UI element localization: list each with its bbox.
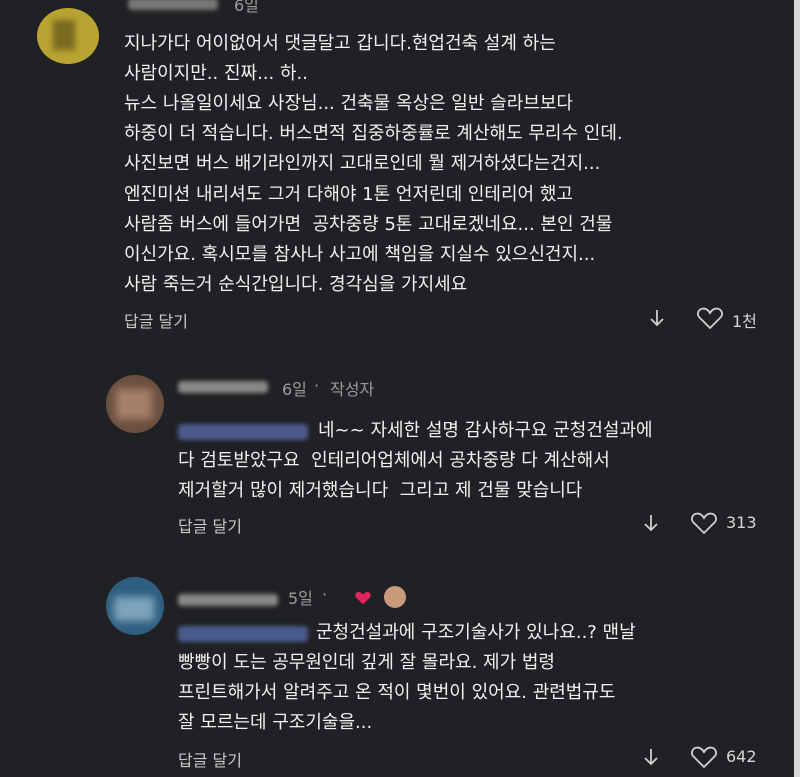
comment-text-line: 사람좀 버스에 들어가면 공차중량 5톤 고대로겠네요... 본인 건물: [124, 214, 613, 235]
thread-panel: 6일 지나가다 어이없어서 댓글달고 갑니다.현업건축 설계 하는 사람이지만.…: [0, 0, 800, 777]
comment-text-line: 제거할거 많이 제거했습니다 그리고 제 건물 맞습니다: [178, 480, 583, 501]
like-count: 1천: [732, 312, 757, 331]
author-tag: 작성자: [330, 380, 375, 399]
avatar[interactable]: [106, 375, 164, 433]
heart-filled-icon: [355, 591, 371, 605]
reply-button[interactable]: 답글 달기: [178, 747, 242, 771]
comment-text-line: 잘 모르는데 구조기술을...: [178, 712, 373, 733]
comment-text-line: 이신가요. 혹시모를 참사나 사고에 책임을 지실수 있으신건지...: [124, 244, 596, 265]
comment-text-line: 뉴스 나올일이세요 사장님... 건축물 옥상은 일반 슬라브보다: [124, 93, 573, 114]
reply-button[interactable]: 답글 달기: [178, 513, 242, 537]
reply-button[interactable]: 답글 달기: [124, 308, 188, 332]
username-blurred[interactable]: [178, 594, 278, 606]
comment-text-line: 빵빵이 도는 공무원인데 깊게 잘 몰라요. 제가 법령: [178, 652, 555, 673]
comment-time: 5일: [288, 589, 313, 608]
avatar[interactable]: [37, 8, 99, 64]
heart-outline-icon[interactable]: [696, 306, 724, 330]
arrow-down-icon[interactable]: [642, 747, 660, 767]
comment-text-line: 사람이지만.. 진짜... 하..: [124, 63, 308, 84]
comment-text-line: 사람 죽는거 순식간입니다. 경각심을 가지세요: [124, 274, 468, 295]
username-blurred[interactable]: [178, 381, 268, 393]
comment-text-line: 다 검토받았구요 인테리어업체에서 공차중량 다 계산해서: [178, 450, 610, 471]
avatar[interactable]: [106, 577, 164, 635]
mention-blurred[interactable]: [178, 626, 308, 642]
comment-text-line: 프린트해가서 알려주고 온 적이 몇번이 있어요. 관련법규도: [178, 682, 616, 703]
mention-blurred[interactable]: [178, 424, 308, 440]
comment-text-line: 사진보면 버스 배기라인까지 고대로인데 뭘 제거하셨다는건지...: [124, 153, 601, 174]
separator-dot: ·: [322, 585, 328, 604]
comment-text-line: 군청건설과에 구조기술사가 있나요..? 맨날: [316, 622, 636, 643]
arrow-down-icon[interactable]: [648, 308, 666, 328]
comment-text-line: 네~~ 자세한 설명 감사하구요 군청건설과에: [318, 420, 653, 441]
like-count: 313: [726, 513, 757, 532]
comment-text-line: 하중이 더 적습니다. 버스면적 집중하중률로 계산해도 무리수 인데.: [124, 123, 623, 144]
comment-time: 6일: [234, 0, 259, 15]
heart-outline-icon[interactable]: [690, 511, 718, 535]
arrow-down-icon[interactable]: [642, 513, 660, 533]
separator-dot: ·: [314, 376, 320, 395]
comment-text-line: 엔진미션 내리셔도 그거 다해야 1톤 언저린데 인테리어 했고: [124, 184, 573, 205]
heart-outline-icon[interactable]: [690, 745, 718, 769]
comment-time: 6일: [282, 380, 307, 399]
like-count: 642: [726, 747, 757, 766]
username-blurred[interactable]: [128, 0, 218, 10]
author-avatar-small: [384, 586, 406, 608]
comment-text-line: 지나가다 어이없어서 댓글달고 갑니다.현업건축 설계 하는: [124, 33, 556, 54]
